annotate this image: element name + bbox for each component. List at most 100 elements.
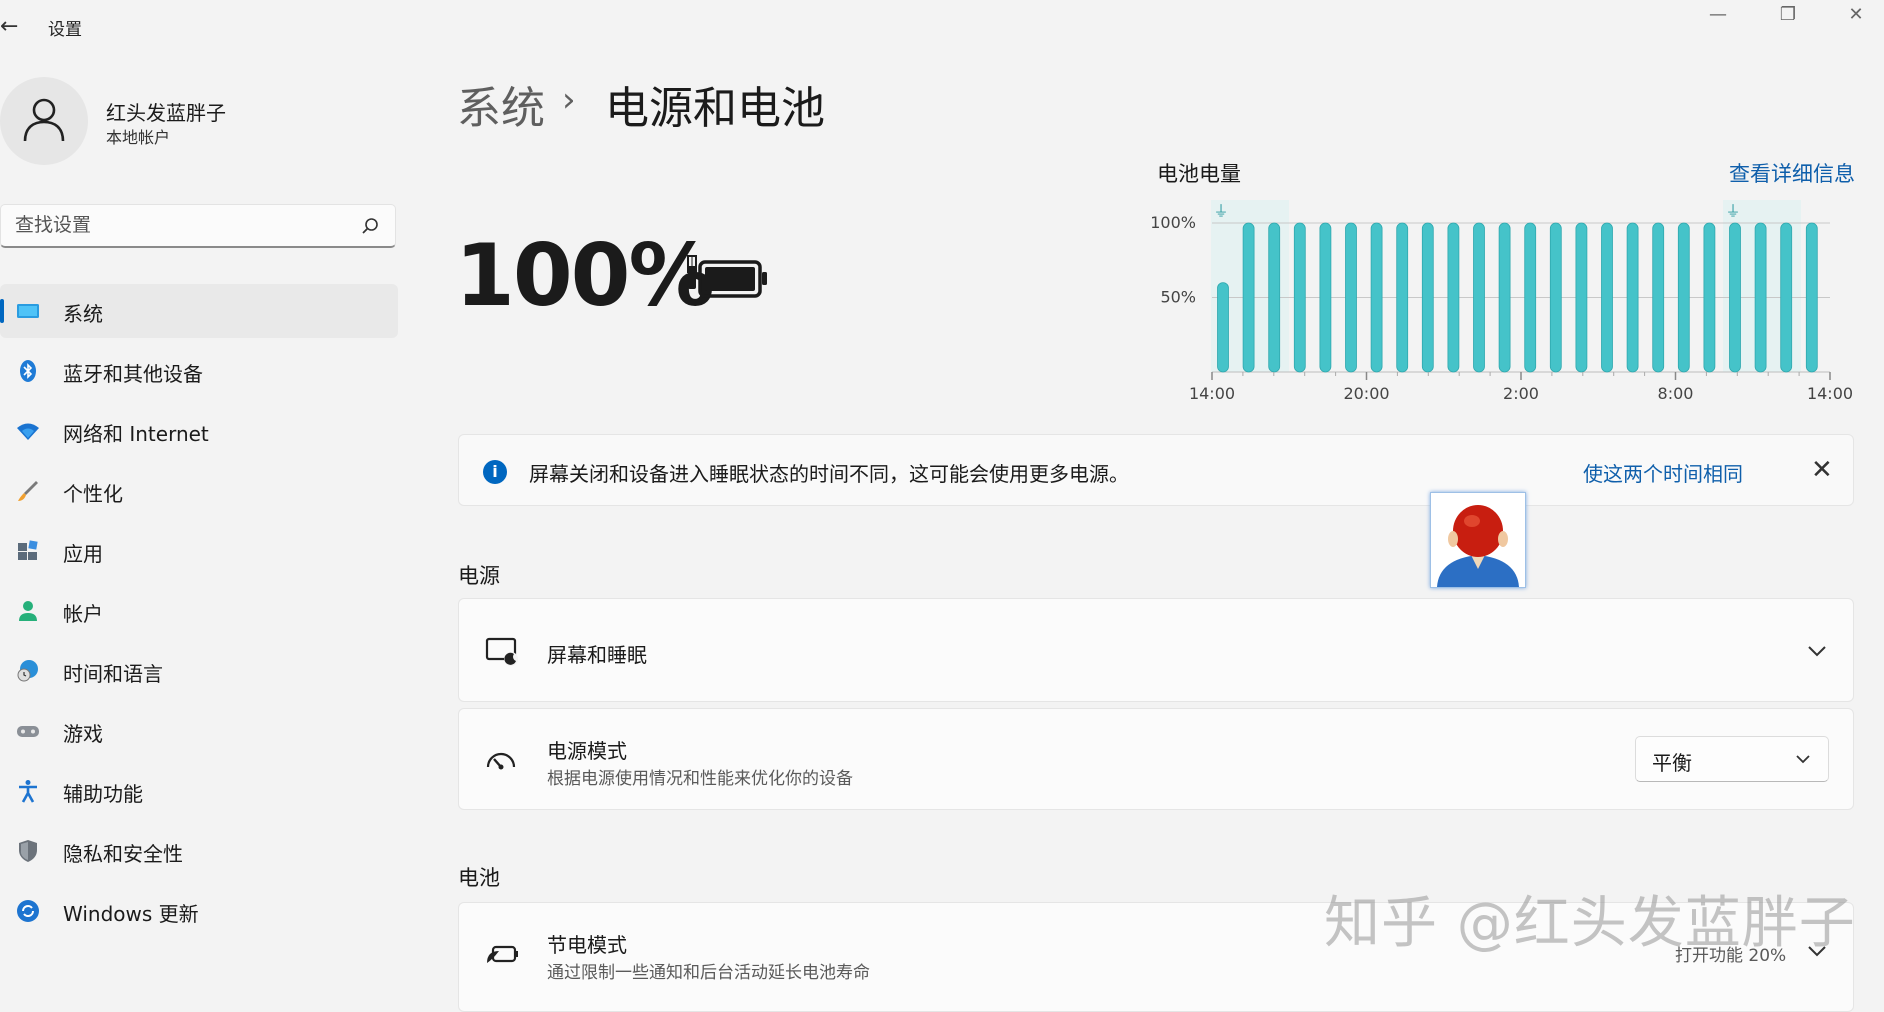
x-tick-label: 14:00 — [1807, 384, 1853, 403]
screen-sleep-card[interactable]: 屏幕和睡眠 — [458, 598, 1854, 702]
battery-bar — [1447, 222, 1460, 373]
sidebar-item-windows-update[interactable]: Windows 更新 — [0, 884, 398, 938]
battery-bar — [1370, 222, 1383, 373]
sidebar-item-system[interactable]: 系统 — [0, 284, 398, 338]
sidebar-item-label: 系统 — [63, 302, 103, 326]
accessibility-icon — [19, 780, 37, 803]
sidebar-item-label: 隐私和安全性 — [63, 842, 183, 866]
apps-icon — [18, 540, 38, 560]
sidebar-item-accessibility[interactable]: 辅助功能 — [0, 764, 398, 818]
power-mode-title: 电源模式 — [547, 739, 627, 763]
power-mode-card: 电源模式 根据电源使用情况和性能来优化你的设备 平衡 — [458, 708, 1854, 810]
sidebar-item-label: Windows 更新 — [63, 902, 199, 926]
search-icon[interactable] — [361, 217, 379, 235]
sidebar-item-network[interactable]: 网络和 Internet — [0, 404, 398, 458]
info-message: 屏幕关闭和设备进入睡眠状态的时间不同，这可能会使用更多电源。 — [529, 462, 1129, 486]
battery-bar — [1345, 222, 1357, 373]
wifi-icon — [17, 423, 39, 440]
sidebar-item-gaming[interactable]: 游戏 — [0, 704, 398, 758]
x-tick-label: 14:00 — [1189, 384, 1235, 403]
battery-percent: 100% — [455, 226, 715, 326]
battery-saver-description: 通过限制一些通知和后台活动延长电池寿命 — [547, 963, 870, 983]
sidebar-item-time-language[interactable]: 时间和语言 — [0, 644, 398, 698]
breadcrumb-parent[interactable]: 系统 — [457, 72, 545, 136]
chevron-down-icon — [1796, 755, 1810, 764]
sidebar-item-label: 网络和 Internet — [63, 422, 209, 446]
power-mode-selected-value: 平衡 — [1652, 751, 1692, 775]
bluetooth-icon — [20, 360, 36, 382]
battery-bar — [1242, 222, 1255, 373]
sidebar-item-label: 应用 — [63, 542, 103, 566]
battery-bar — [1626, 222, 1639, 373]
battery-level-chart: ⏚ ⏚ 100% 50% 14:00 20:00 2:00 8:00 14:00 — [1150, 200, 1853, 403]
chevron-down-icon[interactable] — [1807, 645, 1827, 657]
x-tick-label: 20:00 — [1343, 384, 1389, 403]
y-tick-label: 50% — [1160, 288, 1196, 307]
sidebar-item-accounts[interactable]: 帐户 — [0, 584, 398, 638]
monitor-icon — [17, 304, 39, 318]
power-mode-select[interactable]: 平衡 — [1635, 736, 1829, 782]
red-hair-person-illustration — [1437, 505, 1519, 587]
battery-bar — [1780, 222, 1793, 373]
x-tick-label: 2:00 — [1503, 384, 1539, 403]
brush-icon — [18, 481, 38, 501]
search-input[interactable] — [13, 213, 347, 237]
section-heading-power: 电源 — [458, 564, 500, 588]
battery-bar — [1805, 222, 1818, 373]
plug-icon: ⏚ — [1213, 202, 1228, 220]
battery-bar — [1498, 222, 1511, 373]
battery-bar — [1268, 222, 1281, 373]
sidebar-item-label: 个性化 — [63, 482, 123, 506]
battery-bar — [1754, 222, 1767, 373]
avatar[interactable] — [0, 77, 88, 165]
chart-title: 电池电量 — [1157, 162, 1241, 186]
battery-bar — [1524, 222, 1537, 373]
battery-saver-title: 节电模式 — [547, 933, 627, 957]
sidebar-item-label: 帐户 — [63, 602, 103, 626]
avatar-sticker-image — [1430, 492, 1526, 588]
person-icon — [23, 98, 65, 142]
battery-bar — [1396, 222, 1409, 373]
close-window-button[interactable]: ✕ — [1836, 2, 1876, 32]
battery-bar — [1293, 222, 1306, 373]
gamepad-icon — [17, 726, 39, 737]
battery-bar — [1601, 222, 1613, 373]
info-close-button[interactable]: ✕ — [1811, 455, 1833, 485]
sidebar-item-label: 蓝牙和其他设备 — [63, 362, 203, 386]
battery-charging-icon — [687, 255, 767, 298]
sidebar-item-personalization[interactable]: 个性化 — [0, 464, 398, 518]
battery-bar — [1703, 222, 1716, 373]
sidebar-item-label: 辅助功能 — [63, 782, 143, 806]
sidebar-item-label: 时间和语言 — [63, 662, 163, 686]
watermark: 知乎 @红头发蓝胖子 — [1324, 891, 1856, 956]
breadcrumb-separator: › — [562, 80, 576, 120]
section-heading-battery: 电池 — [458, 866, 500, 890]
sidebar-item-privacy[interactable]: 隐私和安全性 — [0, 824, 398, 878]
sidebar-item-bluetooth[interactable]: 蓝牙和其他设备 — [0, 344, 398, 398]
view-details-link[interactable]: 查看详细信息 — [1729, 158, 1855, 188]
make-times-same-link[interactable]: 使这两个时间相同 — [1583, 458, 1743, 487]
battery-bar — [1217, 282, 1229, 373]
search-box[interactable] — [0, 204, 396, 248]
minimize-button[interactable]: — — [1698, 2, 1738, 32]
battery-bar — [1729, 222, 1741, 373]
restore-button[interactable]: ❐ — [1768, 2, 1808, 32]
sidebar-item-apps[interactable]: 应用 — [0, 524, 398, 578]
sidebar-item-label: 游戏 — [63, 722, 103, 746]
info-bar: i 屏幕关闭和设备进入睡眠状态的时间不同，这可能会使用更多电源。 使这两个时间相… — [458, 434, 1854, 506]
power-mode-description: 根据电源使用情况和性能来优化你的设备 — [547, 769, 853, 789]
back-button[interactable]: ← — [0, 14, 18, 39]
account-type: 本地帐户 — [106, 128, 171, 147]
battery-bar — [1549, 222, 1562, 373]
battery-bar — [1677, 222, 1690, 373]
page-title: 电源和电池 — [605, 83, 825, 134]
y-tick-label: 100% — [1150, 213, 1196, 232]
battery-bar — [1473, 222, 1485, 373]
plug-icon: ⏚ — [1725, 202, 1740, 220]
x-tick-label: 8:00 — [1658, 384, 1694, 403]
battery-bar — [1652, 222, 1665, 373]
screen-sleep-icon — [485, 637, 518, 666]
active-indicator — [0, 299, 4, 323]
battery-saver-icon — [487, 945, 518, 963]
screen-sleep-title: 屏幕和睡眠 — [547, 643, 647, 667]
